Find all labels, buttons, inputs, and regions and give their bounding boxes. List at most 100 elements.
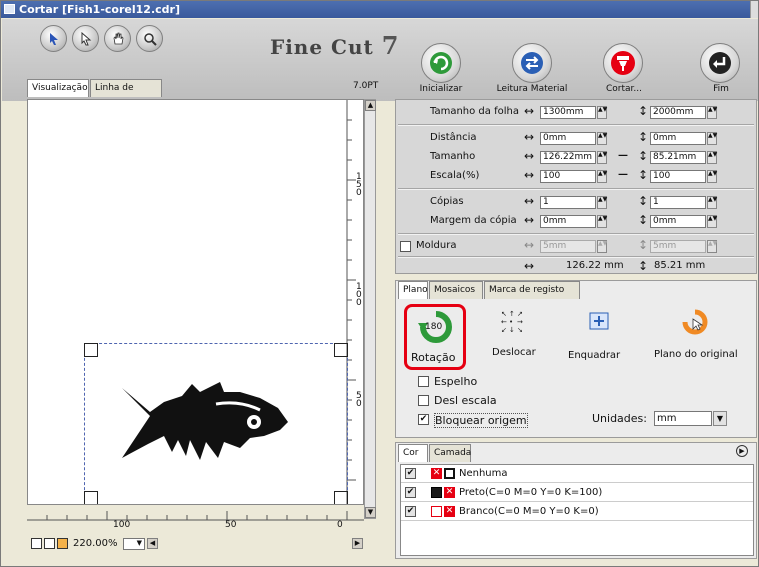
color-visible-checkbox[interactable]: ✔ (405, 487, 416, 498)
tab-linha-de-corte[interactable]: Linha de corte (90, 79, 162, 109)
scale-offset-checkbox[interactable] (418, 395, 429, 406)
margin-y-spinner[interactable]: ▲▼ (707, 215, 717, 228)
arrow-tool-button[interactable] (40, 25, 67, 52)
horizontal-ruler (27, 511, 364, 521)
size-width-input[interactable]: 126.22mm (540, 151, 596, 164)
fit-page-icon[interactable] (31, 538, 42, 549)
return-icon (709, 52, 731, 74)
scale-y-spinner[interactable]: ▲▼ (707, 170, 717, 183)
sheet-width-input[interactable]: 1300mm (540, 106, 596, 119)
scroll-up-button[interactable]: ▲ (365, 100, 376, 111)
distance-x-input[interactable]: 0mm (540, 132, 596, 145)
lock-origin-label: Bloquear origem (434, 413, 528, 428)
height-arrow-icon: ↕ (638, 194, 649, 208)
corner-mark-tl (84, 343, 98, 357)
scroll-right-button[interactable]: ▶ (352, 538, 363, 549)
scale-x-spinner[interactable]: ▲▼ (597, 170, 607, 183)
distance-y-input[interactable]: 0mm (650, 132, 706, 145)
tab-visualizacao[interactable]: Visualização (27, 79, 89, 97)
sheet-height-input[interactable]: 2000mm (650, 106, 706, 119)
copies-y-spinner[interactable]: ▲▼ (707, 196, 717, 209)
zoom-icon (143, 32, 157, 46)
svg-text:→: → (517, 318, 523, 326)
panel-menu-icon[interactable]: ▶ (736, 445, 748, 457)
distance-y-spinner[interactable]: ▲▼ (707, 132, 717, 145)
sheet-height-spinner[interactable]: ▲▼ (707, 106, 717, 119)
sheet-width-spinner[interactable]: ▲▼ (597, 106, 607, 119)
cutter-icon (611, 51, 635, 75)
lock-origin-checkbox[interactable]: ✔ (418, 414, 429, 425)
fit-label: Enquadrar (568, 350, 621, 361)
mirror-label: Espelho (434, 375, 478, 388)
color-label: Branco(C=0 M=0 Y=0 K=0) (459, 506, 599, 517)
close-button[interactable] (750, 1, 758, 18)
zoom-dropdown[interactable]: ▼ (123, 538, 145, 550)
list-item[interactable]: ✔ ✕ Nenhuma (401, 465, 753, 483)
units-dropdown-button[interactable]: ▼ (713, 411, 727, 426)
scale-x-input[interactable]: 100 (540, 170, 596, 183)
window-title: Cortar [Fish1-corel12.cdr] (19, 3, 180, 16)
original-layout-button[interactable]: Plano do original (654, 307, 754, 367)
frame-width-spinner[interactable]: ▲▼ (597, 240, 607, 253)
color-list: ✔ ✕ Nenhuma ✔ ✕ Preto(C=0 M=0 Y=0 K=100)… (400, 464, 754, 556)
scroll-down-button[interactable]: ▼ (365, 507, 376, 518)
fish-artwork (122, 382, 288, 460)
margin-x-spinner[interactable]: ▲▼ (597, 215, 607, 228)
svg-text:↗: ↗ (517, 310, 523, 318)
list-item[interactable]: ✔ ✕ Branco(C=0 M=0 Y=0 K=0) (401, 503, 753, 521)
width-arrow-icon: ↔ (524, 149, 535, 163)
zoom-selection-icon[interactable] (57, 538, 68, 549)
copies-x-input[interactable]: 1 (540, 196, 596, 209)
preview-canvas[interactable]: 150 100 50 (27, 99, 364, 505)
mirror-checkbox[interactable] (418, 376, 429, 387)
move-button[interactable]: ↖ ↑ ↗ ← • → ↙ ↓ ↘ Deslocar (492, 307, 542, 367)
margin-y-input[interactable]: 0mm (650, 215, 706, 228)
color-visible-checkbox[interactable]: ✔ (405, 506, 416, 517)
frame-width-input[interactable]: 5mm (540, 240, 596, 253)
svg-text:↖: ↖ (501, 310, 507, 318)
list-item[interactable]: ✔ ✕ Preto(C=0 M=0 Y=0 K=100) (401, 484, 753, 502)
color-visible-checkbox[interactable]: ✔ (405, 468, 416, 479)
fit-button[interactable]: Enquadrar (568, 307, 628, 367)
cut-button[interactable] (603, 43, 643, 83)
units-select[interactable]: mm (654, 411, 712, 426)
select-tool-button[interactable] (72, 25, 99, 52)
vertical-scrollbar[interactable]: ▲ ▼ (364, 99, 376, 519)
scale-offset-label: Desl escala (434, 394, 497, 407)
margin-x-input[interactable]: 0mm (540, 215, 596, 228)
no-cut-x-icon: ✕ (444, 487, 455, 498)
tab-plano[interactable]: Plano (398, 281, 428, 299)
size-height-spinner[interactable]: ▲▼ (707, 151, 717, 164)
size-width-spinner[interactable]: ▲▼ (597, 151, 607, 164)
tab-marca-de-registo[interactable]: Marca de registo (484, 281, 580, 299)
rotation-button[interactable]: 180 Rotação (404, 304, 466, 370)
distance-x-spinner[interactable]: ▲▼ (597, 132, 607, 145)
scroll-left-button[interactable]: ◀ (147, 538, 158, 549)
copies-y-input[interactable]: 1 (650, 196, 706, 209)
zoom-tool-button[interactable] (136, 25, 163, 52)
tab-mosaicos[interactable]: Mosaicos (429, 281, 483, 299)
link-dash-icon[interactable]: — (618, 169, 628, 180)
cut-label: Cortar... (606, 84, 642, 94)
no-cut-x-icon: ✕ (444, 506, 455, 517)
fit-width-icon[interactable] (44, 538, 55, 549)
material-button[interactable] (512, 43, 552, 83)
initialize-button[interactable] (421, 43, 461, 83)
app-logo: Fine Cut 7 (270, 31, 400, 60)
scale-y-input[interactable]: 100 (650, 170, 706, 183)
height-arrow-icon: ↕ (638, 130, 649, 144)
end-button[interactable] (700, 43, 740, 83)
hand-tool-button[interactable] (104, 25, 131, 52)
copies-x-spinner[interactable]: ▲▼ (597, 196, 607, 209)
tab-camada[interactable]: Camada (429, 444, 471, 462)
tab-cor[interactable]: Cor (398, 444, 428, 462)
preview-bottom-bar: 220.00% ▼ ◀ ▶ (27, 536, 377, 552)
separator (398, 233, 754, 235)
frame-height-input[interactable]: 5mm (650, 240, 706, 253)
frame-height-spinner[interactable]: ▲▼ (707, 240, 717, 253)
moldura-checkbox[interactable] (400, 241, 411, 252)
link-dash-icon[interactable]: — (618, 150, 628, 161)
height-arrow-icon: ↕ (638, 104, 649, 118)
size-height-input[interactable]: 85.21mm (650, 151, 706, 164)
swap-icon (521, 52, 543, 74)
